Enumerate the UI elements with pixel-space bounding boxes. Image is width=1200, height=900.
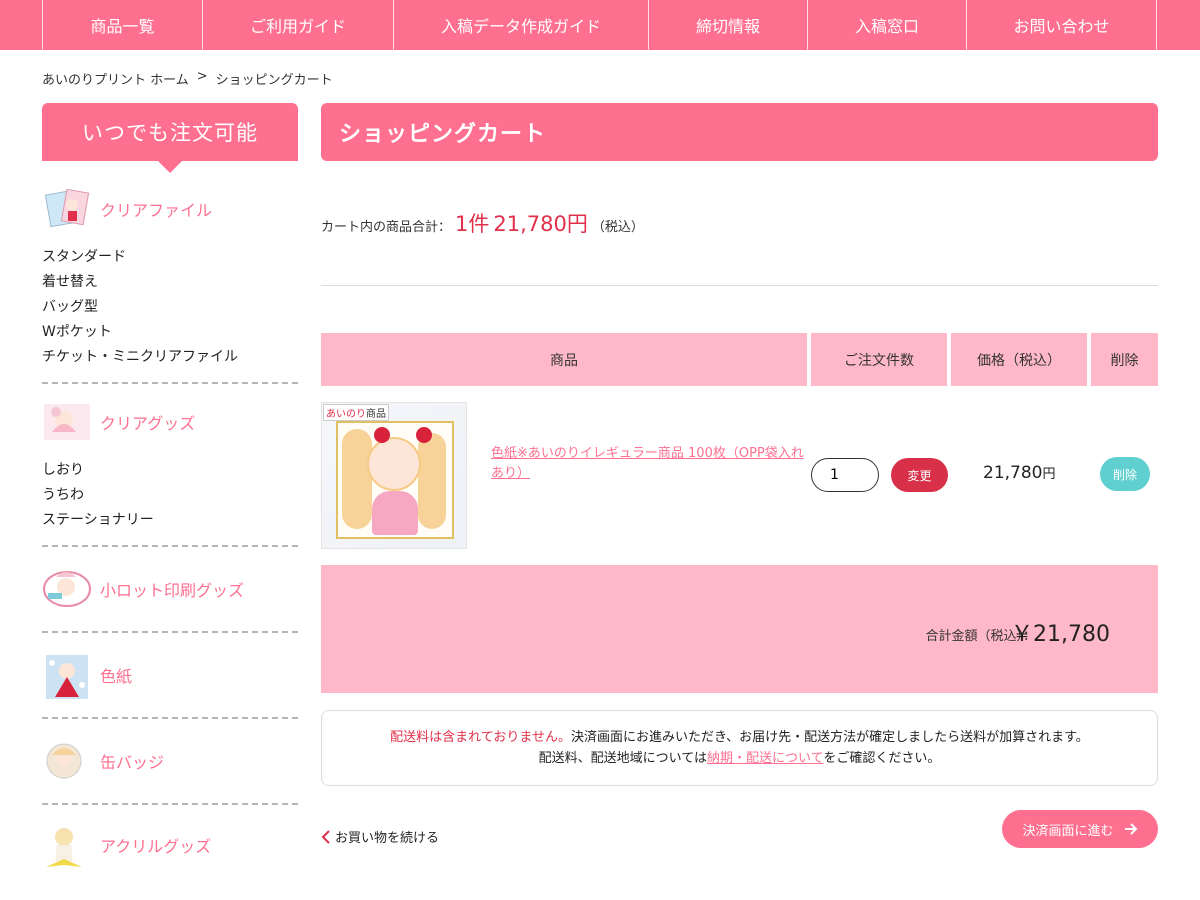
sidebar-category-clear-file: クリアファイル スタンダード 着せ替え バッグ型 Wポケット チケット・ミニクリ… <box>42 179 298 384</box>
notice-text: 決済画面にお進みいただき、お届け先・配送方法が確定しましたら送料が加算されます。 <box>571 730 1089 745</box>
sidebar-category-acrylic: アクリルグッズ <box>42 805 298 885</box>
small-lot-thumbnail-icon <box>42 569 92 609</box>
category-header[interactable]: クリアグッズ <box>42 392 298 452</box>
column-header-product: 商品 <box>321 333 807 386</box>
change-button[interactable]: 変更 <box>891 458 948 492</box>
sidebar: いつでも注文可能 クリアファイル スタンダード 着せ替え バッグ型 Wポケット … <box>42 103 298 885</box>
page-title: ショッピングカート <box>321 103 1158 161</box>
breadcrumb-separator: > <box>196 69 208 84</box>
cart-summary: カート内の商品合計： 1件 21,780円 （税込） <box>321 208 644 238</box>
delivery-info-link[interactable]: 納期・配送について <box>707 751 823 766</box>
thumbnail-hair-left <box>342 429 372 529</box>
checkout-label: 決済画面に進む <box>1022 823 1114 839</box>
nav-item-submission[interactable]: 入稿窓口 <box>807 0 966 50</box>
summary-label: カート内の商品合計： <box>321 220 452 235</box>
shipping-notice: 配送料は含まれておりません。決済画面にお進みいただき、お届け先・配送方法が確定し… <box>321 710 1158 786</box>
total-value: ￥21,780 <box>1011 622 1110 647</box>
category-item[interactable]: うちわ <box>42 483 298 508</box>
thumbnail-body <box>372 491 418 535</box>
price-unit: 円 <box>1042 467 1056 482</box>
arrow-right-icon <box>1124 823 1137 835</box>
chevron-left-icon <box>321 829 330 844</box>
top-nav: 商品一覧 ご利用ガイド 入稿データ作成ガイド 締切情報 入稿窓口 お問い合わせ <box>0 0 1200 50</box>
summary-count: 1件 <box>455 212 490 236</box>
notice-text-post: をご確認ください。 <box>823 751 941 766</box>
category-item[interactable]: しおり <box>42 458 298 483</box>
thumbnail-tag: あいのり商品 <box>323 404 389 421</box>
nav-item-contact[interactable]: お問い合わせ <box>966 0 1157 50</box>
thumbnail-flower <box>374 427 390 443</box>
main-content: ショッピングカート カート内の商品合計： 1件 21,780円 （税込） 商品 … <box>321 103 1158 848</box>
category-item[interactable]: 着せ替え <box>42 270 298 295</box>
nav-item-guide[interactable]: ご利用ガイド <box>202 0 393 50</box>
can-badge-thumbnail-icon <box>42 741 92 781</box>
column-header-delete: 削除 <box>1091 333 1158 386</box>
category-name: アクリルグッズ <box>100 837 212 856</box>
quantity-input[interactable] <box>811 458 879 492</box>
breadcrumb: あいのりプリント ホーム > ショッピングカート <box>42 69 333 88</box>
sidebar-category-clear-goods: クリアグッズ しおり うちわ ステーショナリー <box>42 384 298 547</box>
thumbnail-hair-right <box>418 433 446 529</box>
category-header[interactable]: クリアファイル <box>42 179 298 239</box>
column-header-quantity: ご注文件数 <box>811 333 947 386</box>
category-item[interactable]: スタンダード <box>42 245 298 270</box>
acrylic-thumbnail-icon <box>42 825 92 867</box>
price-value: 21,780 <box>983 463 1043 483</box>
cart-table-header: 商品 ご注文件数 価格（税込） 削除 <box>321 333 1158 386</box>
shikishi-thumbnail-icon <box>42 655 92 699</box>
notice-line-1: 配送料は含まれておりません。決済画面にお進みいただき、お届け先・配送方法が確定し… <box>322 727 1157 748</box>
sidebar-category-small-lot: 小ロット印刷グッズ <box>42 547 298 633</box>
breadcrumb-home[interactable]: あいのりプリント ホーム <box>42 69 189 88</box>
delete-button[interactable]: 削除 <box>1100 457 1150 491</box>
notice-text-pre: 配送料、配送地域については <box>538 751 707 766</box>
summary-amount: 21,780円 <box>493 212 588 236</box>
sidebar-category-can-badge: 缶バッジ <box>42 719 298 805</box>
category-header[interactable]: アクリルグッズ <box>42 815 298 875</box>
summary-tax: （税込） <box>591 220 644 235</box>
category-name: 缶バッジ <box>100 753 165 772</box>
category-name: 小ロット印刷グッズ <box>100 581 245 600</box>
category-header[interactable]: 小ロット印刷グッズ <box>42 559 298 619</box>
sidebar-category-shikishi: 色紙 <box>42 633 298 719</box>
category-item[interactable]: バッグ型 <box>42 295 298 320</box>
total-box: 合計金額（税込）： ￥21,780 <box>321 565 1158 693</box>
item-price: 21,780円 <box>983 463 1056 483</box>
thumbnail-tag-brand: あいのり <box>326 409 366 420</box>
nav-item-products[interactable]: 商品一覧 <box>42 0 202 50</box>
checkout-button[interactable]: 決済画面に進む <box>1002 810 1158 848</box>
continue-shopping-link[interactable]: お買い物を続ける <box>321 827 439 846</box>
notice-line-2: 配送料、配送地域については納期・配送についてをご確認ください。 <box>322 748 1157 769</box>
table-row: あいのり商品 色紙※あいのりイレギュラー商品 100枚（OPP袋入れあり） 変更… <box>321 402 1158 549</box>
category-name: クリアファイル <box>100 201 213 220</box>
divider <box>321 285 1158 286</box>
column-header-price: 価格（税込） <box>951 333 1087 386</box>
thumbnail-face <box>367 437 421 491</box>
nav-item-data-guide[interactable]: 入稿データ作成ガイド <box>393 0 648 50</box>
thumbnail-flower <box>416 427 432 443</box>
continue-shopping-label: お買い物を続ける <box>335 831 440 846</box>
category-header[interactable]: 色紙 <box>42 645 298 705</box>
category-header[interactable]: 缶バッジ <box>42 731 298 791</box>
nav-item-deadline[interactable]: 締切情報 <box>648 0 807 50</box>
breadcrumb-current: ショッピングカート <box>215 73 333 88</box>
category-item[interactable]: Wポケット <box>42 320 298 345</box>
product-thumbnail: あいのり商品 <box>321 402 467 549</box>
product-name-link[interactable]: 色紙※あいのりイレギュラー商品 100枚（OPP袋入れあり） <box>491 444 811 484</box>
sidebar-heading: いつでも注文可能 <box>42 103 298 173</box>
category-item[interactable]: チケット・ミニクリアファイル <box>42 345 298 370</box>
thumbnail-tag-label: 商品 <box>366 409 386 420</box>
category-name: クリアグッズ <box>100 414 196 433</box>
category-name: 色紙 <box>100 667 133 686</box>
clear-goods-thumbnail-icon <box>42 402 92 442</box>
notice-warning: 配送料は含まれておりません。 <box>390 730 572 745</box>
clear-file-thumbnail-icon <box>42 188 92 229</box>
category-item[interactable]: ステーショナリー <box>42 508 298 533</box>
